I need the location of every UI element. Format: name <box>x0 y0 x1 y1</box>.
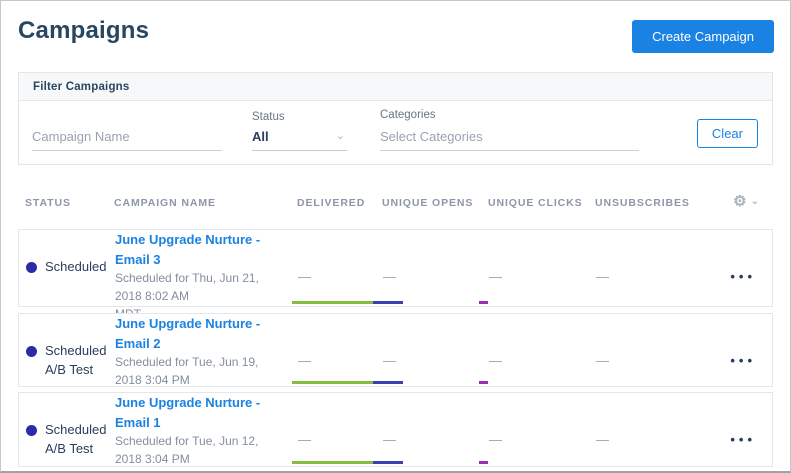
unique-opens-value: — <box>383 432 489 447</box>
unique-clicks-value: — <box>489 432 596 447</box>
status-cell: Scheduled A/B Test <box>26 342 115 380</box>
clicks-bar <box>479 461 488 464</box>
column-campaign-name: CAMPAIGN NAME <box>114 197 297 210</box>
column-unique-opens: UNIQUE OPENS <box>382 197 488 210</box>
status-text: Scheduled <box>45 421 106 440</box>
campaigns-list: Scheduled June Upgrade Nurture - Email 3… <box>18 229 773 467</box>
unique-clicks-value: — <box>489 269 596 284</box>
opens-bar <box>373 381 403 384</box>
opens-bar <box>373 461 403 464</box>
unique-clicks-value: — <box>489 353 596 368</box>
scheduled-status-dot-icon <box>26 346 37 357</box>
campaign-schedule: Scheduled for Tue, Jun 12, 2018 3:04 PM <box>115 432 286 468</box>
column-status: STATUS <box>25 197 114 210</box>
categories-input[interactable] <box>380 125 639 151</box>
filter-panel: Filter Campaigns Status All ⌄ Categories… <box>18 72 773 165</box>
campaign-link[interactable]: June Upgrade Nurture - Email 3 <box>115 230 286 269</box>
column-settings-button[interactable]: ⚙⌄ <box>708 192 773 210</box>
chevron-down-icon: ⌄ <box>751 196 759 207</box>
status-filter: Status All ⌄ <box>252 111 347 151</box>
column-delivered: DELIVERED <box>297 197 382 210</box>
categories-filter: Categories <box>380 109 639 151</box>
campaign-link[interactable]: June Upgrade Nurture - Email 2 <box>115 314 286 353</box>
scheduled-status-dot-icon <box>26 262 37 273</box>
chevron-down-icon: ⌄ <box>336 129 345 142</box>
row-actions-menu[interactable]: ••• <box>709 353 772 368</box>
delivered-bar <box>292 301 373 304</box>
column-unique-clicks: UNIQUE CLICKS <box>488 197 595 210</box>
row-actions-menu[interactable]: ••• <box>709 269 772 284</box>
scheduled-status-dot-icon <box>26 425 37 436</box>
status-selected-value: All <box>252 129 269 144</box>
campaigns-page: Campaigns Create Campaign Filter Campaig… <box>0 0 791 473</box>
status-subtext: A/B Test <box>45 362 93 377</box>
unsubscribes-value: — <box>596 269 709 284</box>
gear-icon: ⚙ <box>733 193 746 210</box>
unsubscribes-value: — <box>596 353 709 368</box>
unique-opens-value: — <box>383 353 489 368</box>
page-title: Campaigns <box>18 17 149 45</box>
categories-label: Categories <box>380 109 639 121</box>
campaign-name-input[interactable] <box>32 125 222 151</box>
filter-panel-title: Filter Campaigns <box>19 73 772 101</box>
campaign-name-cell: June Upgrade Nurture - Email 3 Scheduled… <box>115 230 298 323</box>
delivered-bar <box>292 461 373 464</box>
campaign-name-cell: June Upgrade Nurture - Email 1 Scheduled… <box>115 393 298 473</box>
delivered-value: — <box>298 353 383 368</box>
create-campaign-button[interactable]: Create Campaign <box>632 20 774 53</box>
clicks-bar <box>479 381 488 384</box>
column-unsubscribes: UNSUBSCRIBES <box>595 197 708 210</box>
unsubscribes-value: — <box>596 432 709 447</box>
campaign-schedule: Scheduled for Tue, Jun 19, 2018 3:04 PM <box>115 353 286 389</box>
status-subtext: A/B Test <box>45 441 93 456</box>
opens-bar <box>373 301 403 304</box>
table-row: Scheduled A/B Test June Upgrade Nurture … <box>18 313 773 387</box>
clear-filters-button[interactable]: Clear <box>697 119 758 148</box>
status-cell: Scheduled <box>26 258 115 296</box>
table-row: Scheduled A/B Test June Upgrade Nurture … <box>18 392 773 467</box>
clicks-bar <box>479 301 488 304</box>
unique-opens-value: — <box>383 269 489 284</box>
campaign-schedule: Scheduled for Thu, Jun 21, 2018 8:02 AM <box>115 269 286 305</box>
campaign-link[interactable]: June Upgrade Nurture - Email 1 <box>115 393 286 432</box>
table-header: STATUS CAMPAIGN NAME DELIVERED UNIQUE OP… <box>18 197 773 210</box>
delivered-value: — <box>298 432 383 447</box>
status-text: Scheduled <box>45 258 106 277</box>
filter-fields: Status All ⌄ Categories Clear <box>19 101 772 165</box>
row-actions-menu[interactable]: ••• <box>709 432 772 447</box>
status-text: Scheduled <box>45 342 106 361</box>
campaign-timezone: MDT <box>115 468 286 473</box>
status-label: Status <box>252 111 347 123</box>
status-select[interactable]: All ⌄ <box>252 127 347 151</box>
status-cell: Scheduled A/B Test <box>26 421 115 459</box>
delivered-bar <box>292 381 373 384</box>
table-row: Scheduled June Upgrade Nurture - Email 3… <box>18 229 773 307</box>
delivered-value: — <box>298 269 383 284</box>
